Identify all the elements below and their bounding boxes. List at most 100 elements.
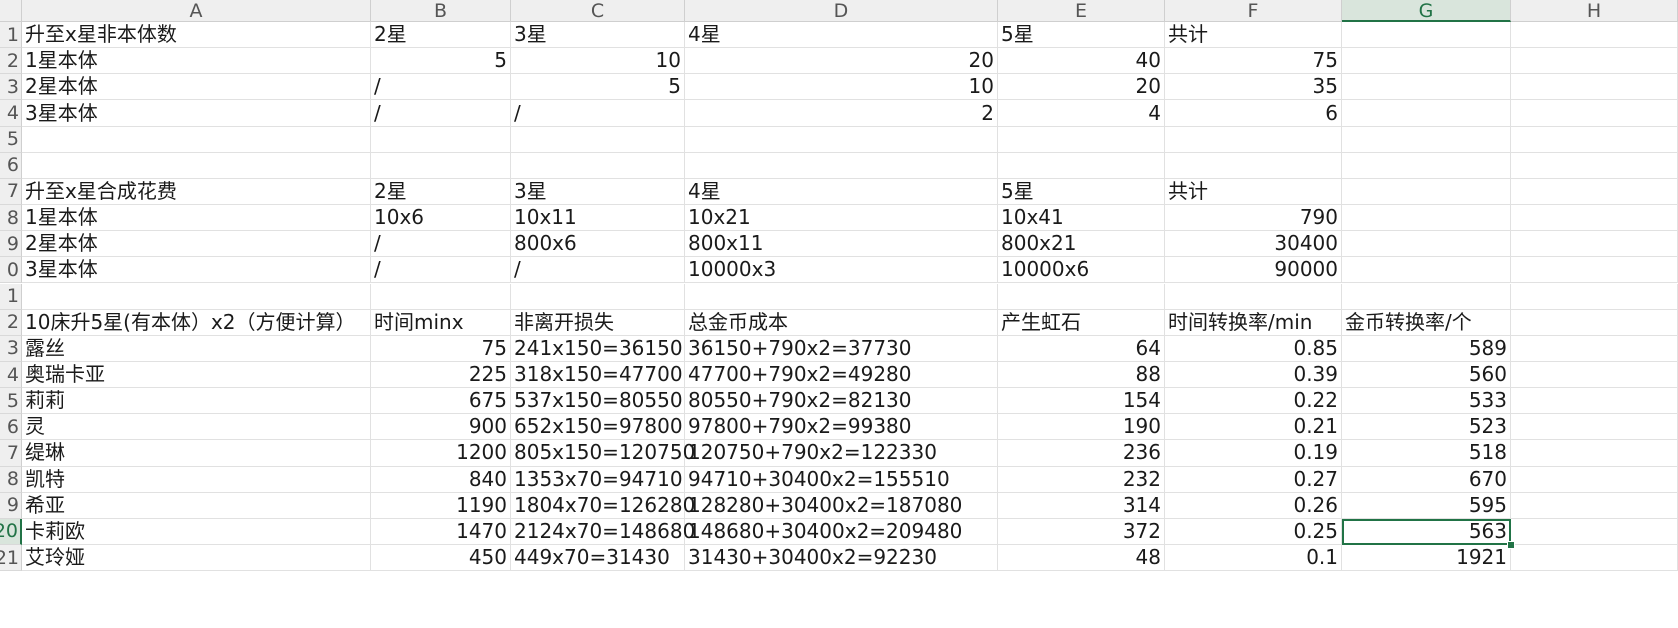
cell[interactable]	[1511, 126, 1678, 153]
cell[interactable]: 372	[998, 518, 1165, 545]
row-header[interactable]: 5	[0, 126, 22, 153]
cell[interactable]: 6	[1165, 100, 1342, 127]
cell[interactable]	[1165, 152, 1342, 179]
cell[interactable]: 4	[998, 100, 1165, 127]
cell[interactable]: 560	[1342, 361, 1511, 389]
cell[interactable]: 奥瑞卡亚	[22, 361, 371, 389]
row-header[interactable]: 2	[0, 309, 22, 336]
cell[interactable]: 10	[511, 48, 685, 75]
cell[interactable]	[511, 152, 685, 179]
cell[interactable]: /	[371, 100, 511, 127]
cell[interactable]	[371, 126, 511, 153]
cell[interactable]: 0.27	[1165, 466, 1342, 493]
cell[interactable]: 艾玲娅	[22, 545, 371, 572]
cell[interactable]	[1511, 388, 1678, 415]
row-header[interactable]: 21	[0, 545, 22, 572]
column-header-E[interactable]: E	[998, 0, 1165, 22]
cell[interactable]: 凯特	[22, 466, 371, 493]
cell[interactable]: 88	[998, 361, 1165, 389]
cell[interactable]: 10x6	[371, 205, 511, 232]
cell[interactable]: 800x11	[685, 231, 998, 258]
cell[interactable]: 675	[371, 388, 511, 415]
cell[interactable]	[685, 126, 998, 153]
column-header-B[interactable]: B	[371, 0, 511, 22]
cell[interactable]: 589	[1342, 335, 1511, 362]
cell[interactable]: 5	[511, 74, 685, 101]
cell[interactable]	[1511, 414, 1678, 441]
cell[interactable]: 840	[371, 466, 511, 493]
cell[interactable]	[371, 152, 511, 179]
column-header-H[interactable]: H	[1511, 0, 1678, 22]
cell[interactable]: 154	[998, 388, 1165, 415]
cell[interactable]: 总金币成本	[685, 309, 998, 336]
cell[interactable]: 金币转换率/个	[1342, 309, 1511, 336]
cell[interactable]	[1342, 22, 1511, 49]
spreadsheet-grid[interactable]: ABCDEFGH12345678901234567892021升至x星非本体数2…	[0, 0, 1678, 628]
cell[interactable]: 47700+790x2=49280	[685, 361, 998, 389]
cell[interactable]: 318x150=47700	[511, 361, 685, 389]
cell[interactable]: 800x21	[998, 231, 1165, 258]
cell[interactable]: 升至x星合成花费	[22, 178, 371, 206]
cell[interactable]: /	[371, 257, 511, 284]
cell[interactable]	[1342, 178, 1511, 206]
cell[interactable]: 1200	[371, 440, 511, 467]
row-header[interactable]: 4	[0, 100, 22, 127]
cell[interactable]: 120750+790x2=122330	[685, 440, 998, 467]
row-header[interactable]: 8	[0, 205, 22, 232]
selected-cell[interactable]: 563	[1342, 518, 1511, 545]
cell[interactable]: 0.22	[1165, 388, 1342, 415]
cell[interactable]: 时间转换率/min	[1165, 309, 1342, 336]
cell[interactable]	[1511, 257, 1678, 284]
cell[interactable]: /	[511, 257, 685, 284]
cell[interactable]: 3星本体	[22, 100, 371, 127]
cell[interactable]: 518	[1342, 440, 1511, 467]
cell[interactable]	[511, 126, 685, 153]
cell[interactable]	[998, 283, 1165, 310]
cell[interactable]: 97800+790x2=99380	[685, 414, 998, 441]
cell[interactable]: 卡莉欧	[22, 518, 371, 545]
cell[interactable]	[1511, 440, 1678, 467]
cell[interactable]: 1190	[371, 492, 511, 519]
cell[interactable]: 652x150=97800	[511, 414, 685, 441]
cell[interactable]	[1342, 74, 1511, 101]
cell[interactable]: 790	[1165, 205, 1342, 232]
column-header-A[interactable]: A	[22, 0, 371, 22]
cell[interactable]: 10床升5星(有本体）x2（方便计算）	[22, 309, 371, 336]
cell[interactable]	[1511, 545, 1678, 572]
cell[interactable]: 1星本体	[22, 48, 371, 75]
cell[interactable]: 314	[998, 492, 1165, 519]
cell[interactable]	[1511, 492, 1678, 519]
cell[interactable]	[1511, 466, 1678, 493]
cell[interactable]: 10x11	[511, 205, 685, 232]
cell[interactable]: 4星	[685, 22, 998, 49]
cell[interactable]: 希亚	[22, 492, 371, 519]
cell[interactable]	[1342, 205, 1511, 232]
row-header[interactable]: 4	[0, 361, 22, 389]
cell[interactable]: 75	[1165, 48, 1342, 75]
cell[interactable]	[22, 283, 371, 310]
cell[interactable]	[1342, 126, 1511, 153]
cell[interactable]: 3星本体	[22, 257, 371, 284]
cell[interactable]: 94710+30400x2=155510	[685, 466, 998, 493]
cell[interactable]	[1165, 126, 1342, 153]
cell[interactable]: 241x150=36150	[511, 335, 685, 362]
row-header[interactable]: 7	[0, 440, 22, 467]
cell[interactable]	[1342, 100, 1511, 127]
cell[interactable]: 2124x70=148680	[511, 518, 695, 545]
row-header[interactable]: 9	[0, 492, 22, 519]
cell[interactable]: 10000x3	[685, 257, 998, 284]
cell[interactable]: /	[511, 100, 685, 127]
cell[interactable]: 0.85	[1165, 335, 1342, 362]
cell[interactable]	[1511, 518, 1678, 545]
cell[interactable]: 0.21	[1165, 414, 1342, 441]
cell[interactable]: 2	[685, 100, 998, 127]
cell[interactable]	[1511, 361, 1678, 389]
cell[interactable]: 225	[371, 361, 511, 389]
cell[interactable]: 0.25	[1165, 518, 1342, 545]
cell[interactable]: 2星本体	[22, 231, 371, 258]
cell[interactable]	[1511, 335, 1678, 362]
cell[interactable]: 莉莉	[22, 388, 371, 415]
cell[interactable]: 10	[685, 74, 998, 101]
cell[interactable]: /	[371, 74, 511, 101]
cell[interactable]: 灵	[22, 414, 371, 441]
